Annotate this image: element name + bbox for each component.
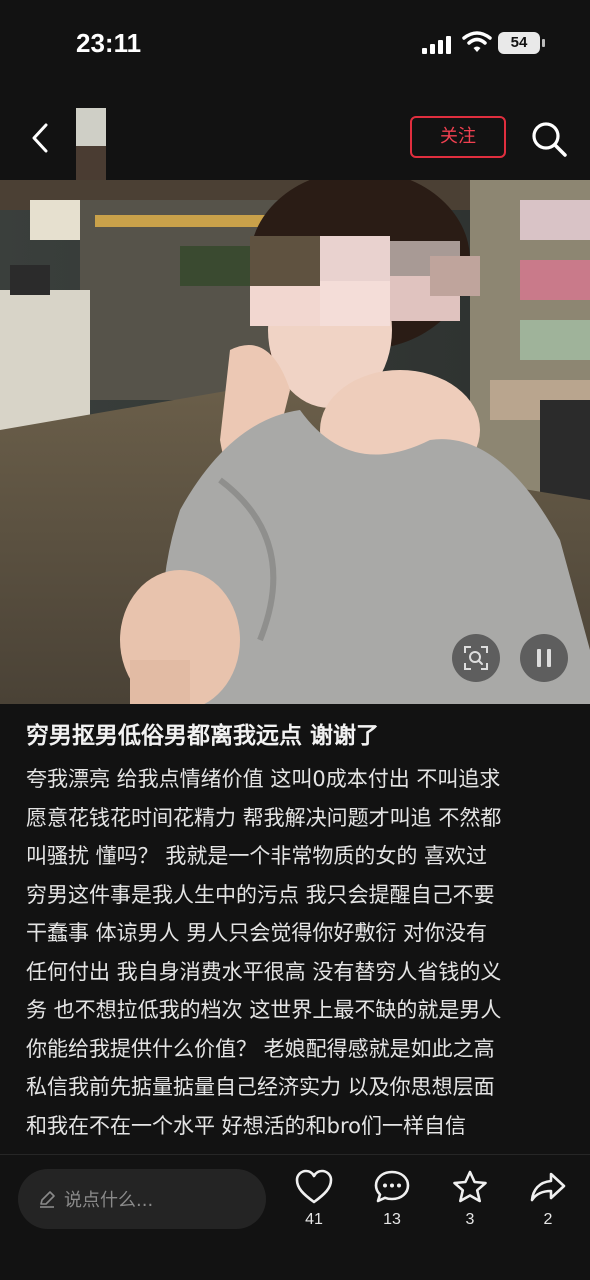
status-time: 23:11 <box>76 28 142 58</box>
share-count: 2 <box>543 1211 553 1228</box>
post-body-line: 和我在不在一个水平 好想活的和bro们一样自信 <box>26 1113 467 1138</box>
like-button[interactable]: 41 <box>284 1169 344 1249</box>
comment-input[interactable]: 说点什么... <box>18 1169 266 1229</box>
post-body-line: 夸我漂亮 给我点情绪价值 这叫0成本付出 不叫追求 <box>26 767 501 791</box>
face-mosaic <box>180 236 500 326</box>
bottom-bar: 说点什么... 41 13 3 2 <box>0 1155 590 1280</box>
post-title: 穷男抠男低俗男都离我远点 谢谢了 <box>26 723 380 749</box>
post-body-line: 务 也不想拉低我的档次 这世界上最不缺的就是男人 <box>26 998 502 1022</box>
pen-icon <box>38 1190 56 1208</box>
avatar[interactable] <box>70 108 110 188</box>
wifi-icon <box>462 30 492 54</box>
nav-bar: 关注 <box>0 100 590 186</box>
image-search-button[interactable] <box>452 634 500 682</box>
post-body-line: 叫骚扰 懂吗？ 我就是一个非常物质的女的 喜欢过 <box>26 844 488 868</box>
heart-icon <box>295 1169 333 1204</box>
battery-icon: 54 <box>498 32 545 54</box>
signal-icon <box>422 34 454 54</box>
follow-button[interactable]: 关注 <box>410 116 506 158</box>
search-button[interactable] <box>528 118 570 160</box>
share-button[interactable]: 2 <box>518 1169 578 1249</box>
share-arrow-icon <box>530 1172 566 1202</box>
post-body: 夸我漂亮 给我点情绪价值 这叫0成本付出 不叫追求 愿意花钱花时间花精力 帮我解… <box>26 760 570 1145</box>
post-body-line: 你能给我提供什么价值？ 老娘配得感就是如此之高 <box>26 1036 495 1061</box>
post-image[interactable] <box>0 180 590 704</box>
post-body-line: 任何付出 我自身消费水平很高 没有替穷人省钱的义 <box>26 959 502 984</box>
post-body-line: 穷男这件事是我人生中的污点 我只会提醒自己不要 <box>26 882 495 907</box>
screenshot-search-icon <box>464 646 488 670</box>
chevron-left-icon <box>32 123 48 153</box>
comment-count: 13 <box>383 1211 401 1228</box>
comment-button[interactable]: 13 <box>362 1169 422 1249</box>
star-icon <box>453 1170 487 1203</box>
back-button[interactable] <box>22 118 58 158</box>
pause-icon <box>537 649 551 667</box>
pause-button[interactable] <box>520 634 568 682</box>
favorite-button[interactable]: 3 <box>440 1169 500 1249</box>
comment-bubble-icon <box>374 1170 410 1203</box>
comment-placeholder: 说点什么... <box>64 1190 154 1211</box>
status-bar: 23:11 54 <box>0 0 590 90</box>
post-body-line: 干蠢事 体谅男人 男人只会觉得你好敷衍 对你没有 <box>26 921 488 945</box>
favorite-count: 3 <box>465 1211 475 1228</box>
search-icon <box>532 122 567 157</box>
post-body-line: 私信我前先掂量掂量自己经济实力 以及你思想层面 <box>26 1075 495 1099</box>
like-count: 41 <box>305 1211 323 1228</box>
post-body-line: 愿意花钱花时间花精力 帮我解决问题才叫追 不然都 <box>26 805 502 830</box>
